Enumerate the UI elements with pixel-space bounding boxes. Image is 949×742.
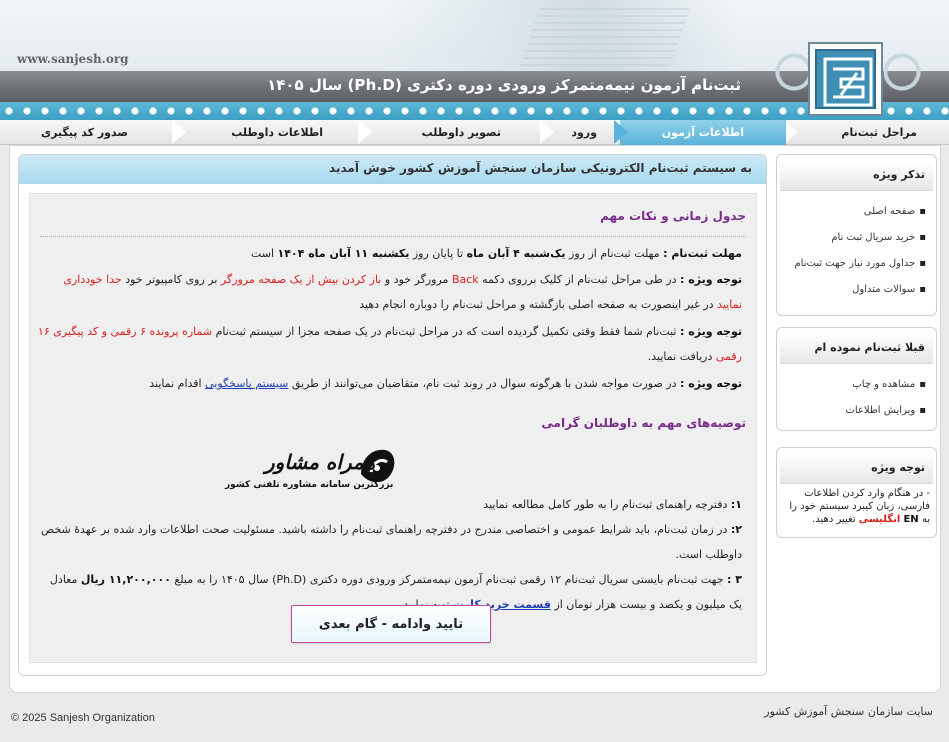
page-title: ثبت‌نام آزمون نیمه‌متمرکز ورودی دوره دکت…	[267, 76, 741, 94]
site-url: www.sanjesh.org	[17, 52, 129, 66]
sidebar-special-note: توجه ویژه - در هنگام وارد کردن اطلاعات ف…	[776, 447, 937, 538]
sidebar-already-registered: قبلا ثبت‌نام نموده ام ▪مشاهده و چاپ ▪ویر…	[776, 327, 937, 431]
sidebar-item-view-print[interactable]: ▪مشاهده و چاپ	[783, 372, 926, 398]
recommendation-number: ۱:	[730, 498, 742, 511]
note-text: اقدام نمایند	[149, 377, 202, 390]
bullet-icon: ▪	[919, 258, 926, 269]
info-area: جدول زمانی و نکات مهم مهلت ثبت‌نام : مهل…	[29, 193, 757, 663]
sidebar-box-title: توجه ویژه	[780, 454, 933, 484]
section-title-recommendations: توصیه‌های مهم به داوطلبان گرامی	[541, 416, 746, 430]
nav-item-tracking-code[interactable]: صدور کد پیگیری	[41, 120, 128, 145]
nav-separator-icon	[614, 120, 630, 145]
bullet-icon: ▪	[919, 284, 926, 295]
note-red-text: انگلیسی	[858, 514, 901, 525]
nav-item-candidate-info[interactable]: اطلاعات داوطلب	[231, 120, 323, 145]
footer-copyright: © 2025 Sanjesh Organization	[11, 712, 155, 724]
sidebar-item-label: صفحه اصلی	[863, 206, 916, 217]
nav-separator-icon	[172, 120, 188, 145]
note-label: توجه ویژه :	[680, 273, 742, 286]
sidebar-item-label: مشاهده و چاپ	[852, 379, 916, 390]
note-red-text: Back	[451, 273, 479, 286]
sidebar-item-home[interactable]: ▪صفحه اصلی	[783, 199, 926, 225]
note-text: تغییر دهید.	[812, 514, 856, 525]
deadline-text: مهلت ثبت‌نام از روز	[569, 247, 660, 260]
note-back-button: توجه ویژه : در طی مراحل ثبت‌نام از کلیک …	[36, 267, 742, 317]
sidebar-item-label: سوالات متداول	[852, 284, 916, 295]
header-background-photo	[380, 0, 740, 72]
registration-steps-nav: مراحل ثبت‌نام اطلاعات آزمون ورود تصویر د…	[0, 120, 949, 145]
note-text: مرورگر خود و	[384, 273, 449, 286]
watermark-subtitle: بزرگترین سامانه مشاوره تلفنی کشور	[225, 480, 394, 490]
page-header: www.sanjesh.org ثبت‌نام آزمون نیمه‌متمرک…	[0, 0, 949, 120]
note-label: توجه ویژه :	[680, 325, 742, 338]
main-content: به سیستم ثبت‌نام الکترونیکی سازمان سنجش …	[18, 154, 767, 676]
confirm-next-step-button[interactable]: تایید وادامه - گام بعدی	[291, 605, 491, 643]
sidebar-special-reminder: تذکر ویژه ▪صفحه اصلی ▪خرید سریال ثبت نام…	[776, 154, 937, 316]
recommendation-text: در زمان ثبت‌نام، باید شرایط عمومی و اختص…	[40, 523, 742, 561]
deadline-start: یک‌شنبه ۴ آبان ماه	[466, 247, 566, 260]
fee-amount: ۱۱,۲۰۰,۰۰۰ ریال	[80, 573, 171, 586]
note-text: ثبت‌نام شما فقط وقتی تکمیل گردیده است که…	[215, 325, 677, 338]
decorative-strip	[0, 102, 949, 120]
nav-item-exam-info[interactable]: اطلاعات آزمون	[619, 120, 786, 145]
sidebar-item-faq[interactable]: ▪سوالات متداول	[783, 277, 926, 303]
sidebar-item-label: ویرایش اطلاعات	[845, 405, 916, 416]
watermark-title: همراه مشاور	[265, 450, 376, 474]
sidebar-item-label: جداول مورد نیاز جهت ثبت‌نام	[794, 258, 916, 269]
note-support: توجه ویژه : در صورت مواجه شدن با هرگونه …	[36, 371, 742, 396]
ornament-right	[884, 42, 944, 102]
recommendation-number: ۲:	[730, 523, 742, 536]
deadline-text: تا پایان روز	[412, 247, 464, 260]
footer-site-link[interactable]: سایت سازمان سنجش آموزش کشور	[764, 705, 933, 718]
sidebar-links: ▪صفحه اصلی ▪خرید سریال ثبت نام ▪جداول مو…	[777, 191, 936, 309]
sanjesh-logo[interactable]	[808, 42, 883, 116]
sidebar-item-edit-info[interactable]: ▪ویرایش اطلاعات	[783, 398, 926, 424]
sidebar-links: ▪مشاهده و چاپ ▪ویرایش اطلاعات	[777, 364, 936, 430]
nav-item-registration-steps[interactable]: مراحل ثبت‌نام	[841, 120, 917, 145]
note-red-text: باز کردن بیش از یک صفحه مرورگر	[220, 273, 382, 286]
recommendation-item: ۲: در زمان ثبت‌نام، باید شرایط عمومی و ا…	[36, 517, 742, 567]
ornament-left	[752, 42, 812, 102]
deadline-paragraph: مهلت ثبت‌نام : مهلت ثبت‌نام از روز یک‌شن…	[36, 241, 742, 266]
sidebar-box-title: قبلا ثبت‌نام نموده ام	[780, 334, 933, 364]
note-text: در طی مراحل ثبت‌نام از کلیک برروی دکمه	[482, 273, 677, 286]
recommendation-number: ۳ :	[727, 573, 742, 586]
nav-separator-icon	[358, 120, 374, 145]
recommendation-text: جهت ثبت‌نام بایستی سریال ثبت‌نام ۱۲ رقمی…	[174, 573, 724, 586]
note-text: در صورت مواجه شدن با هرگونه سوال در روند…	[291, 377, 677, 390]
note-text: دریافت نمایید.	[647, 350, 713, 363]
deadline-end: یکشنبه ۱۱ آبان ماه ۱۴۰۴	[277, 247, 410, 260]
section-title-schedule: جدول زمانی و نکات مهم	[600, 209, 746, 223]
logo-emblem-icon	[815, 49, 876, 109]
deadline-text: است	[250, 247, 274, 260]
sidebar-box-title: تذکر ویژه	[780, 161, 933, 191]
nav-item-login[interactable]: ورود	[571, 120, 597, 145]
note-text: بر روی کامپیوتر خود	[125, 273, 218, 286]
sidebar-item-required-tables[interactable]: ▪جداول مورد نیاز جهت ثبت‌نام	[783, 251, 926, 277]
divider	[40, 236, 746, 237]
sidebar-item-label: خرید سریال ثبت نام	[831, 232, 916, 243]
recommendation-item: ۱: دفترچه راهنمای ثبت‌نام را به طور کامل…	[36, 492, 742, 517]
nav-separator-icon	[540, 120, 556, 145]
note-label: توجه ویژه :	[680, 377, 742, 390]
bullet-icon: ▪	[919, 232, 926, 243]
bullet-icon: ▪	[919, 206, 926, 217]
note-en: EN	[903, 514, 919, 525]
nav-separator-icon	[784, 120, 800, 145]
note-text: در غیر اینصورت به صفحه اصلی بازگشته و مر…	[359, 298, 714, 311]
deadline-label: مهلت ثبت‌نام :	[663, 247, 742, 260]
keyboard-language-note: - در هنگام وارد کردن اطلاعات فارسی، زبان…	[777, 484, 936, 526]
recommendation-text: دفترچه راهنمای ثبت‌نام را به طور کامل مط…	[483, 498, 728, 511]
note-tracking-code: توجه ویژه : ثبت‌نام شما فقط وقتی تکمیل گ…	[36, 319, 742, 369]
bullet-icon: ▪	[919, 405, 926, 416]
bullet-icon: ▪	[919, 379, 926, 390]
sidebar-item-buy-serial[interactable]: ▪خرید سریال ثبت نام	[783, 225, 926, 251]
support-system-link[interactable]: سیستم پاسخگویی	[205, 377, 288, 390]
welcome-banner: به سیستم ثبت‌نام الکترونیکی سازمان سنجش …	[19, 155, 766, 184]
nav-item-candidate-photo[interactable]: تصویر داوطلب	[422, 120, 501, 145]
